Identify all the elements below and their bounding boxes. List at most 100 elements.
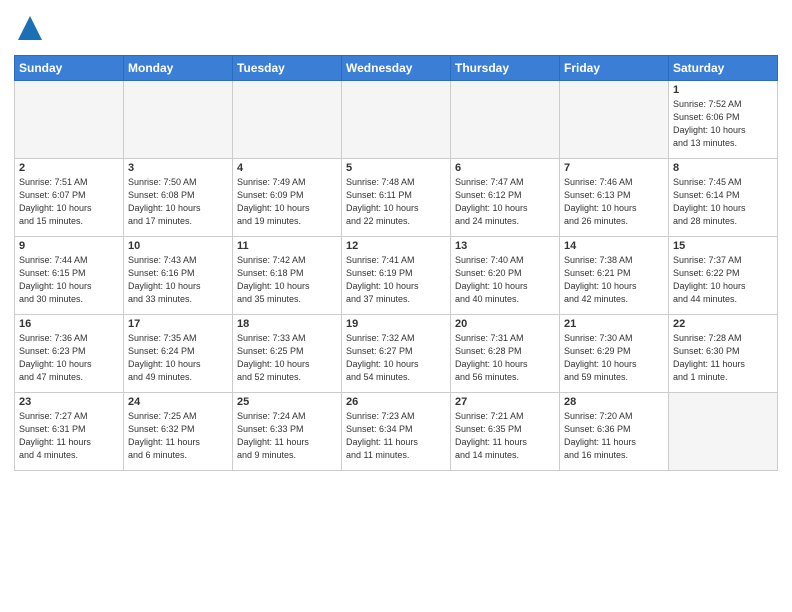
calendar-cell: 2Sunrise: 7:51 AM Sunset: 6:07 PM Daylig… bbox=[15, 158, 124, 236]
calendar-cell bbox=[669, 392, 778, 470]
day-number: 23 bbox=[19, 396, 119, 408]
calendar-cell: 9 Sunrise: 7:44 AM Sunset: 6:15 PM Daylig… bbox=[15, 236, 124, 314]
calendar-cell: 3Sunrise: 7:50 AM Sunset: 6:08 PM Daylig… bbox=[124, 158, 233, 236]
weekday-header-sunday: Sunday bbox=[15, 55, 124, 80]
day-info: Sunrise: 7:28 AM Sunset: 6:30 PM Dayligh… bbox=[673, 332, 773, 384]
calendar-cell: 24 Sunrise: 7:25 AM Sunset: 6:32 PM Dayli… bbox=[124, 392, 233, 470]
calendar-cell bbox=[451, 80, 560, 158]
day-info: Sunrise: 7:37 AM Sunset: 6:22 PM Dayligh… bbox=[673, 254, 773, 306]
calendar-cell: 17 Sunrise: 7:35 AM Sunset: 6:24 PM Dayli… bbox=[124, 314, 233, 392]
calendar-cell: 26 Sunrise: 7:23 AM Sunset: 6:34 PM Dayli… bbox=[342, 392, 451, 470]
day-info: Sunrise: 7:49 AM Sunset: 6:09 PM Dayligh… bbox=[237, 176, 337, 228]
day-info: Sunrise: 7:23 AM Sunset: 6:34 PM Dayligh… bbox=[346, 410, 446, 462]
day-info: Sunrise: 7:33 AM Sunset: 6:25 PM Dayligh… bbox=[237, 332, 337, 384]
day-info: Sunrise: 7:36 AM Sunset: 6:23 PM Dayligh… bbox=[19, 332, 119, 384]
calendar-cell bbox=[560, 80, 669, 158]
weekday-header-monday: Monday bbox=[124, 55, 233, 80]
calendar-cell: 16 Sunrise: 7:36 AM Sunset: 6:23 PM Dayli… bbox=[15, 314, 124, 392]
day-number: 17 bbox=[128, 318, 228, 330]
week-row-2: 9 Sunrise: 7:44 AM Sunset: 6:15 PM Daylig… bbox=[15, 236, 778, 314]
calendar-cell: 12 Sunrise: 7:41 AM Sunset: 6:19 PM Dayli… bbox=[342, 236, 451, 314]
calendar-cell: 5Sunrise: 7:48 AM Sunset: 6:11 PM Daylig… bbox=[342, 158, 451, 236]
calendar-cell: 25Sunrise: 7:24 AM Sunset: 6:33 PM Dayli… bbox=[233, 392, 342, 470]
day-number: 21 bbox=[564, 318, 664, 330]
weekday-header-wednesday: Wednesday bbox=[342, 55, 451, 80]
day-info: Sunrise: 7:48 AM Sunset: 6:11 PM Dayligh… bbox=[346, 176, 446, 228]
week-row-1: 2Sunrise: 7:51 AM Sunset: 6:07 PM Daylig… bbox=[15, 158, 778, 236]
calendar-cell bbox=[233, 80, 342, 158]
day-number: 19 bbox=[346, 318, 446, 330]
logo bbox=[14, 14, 44, 47]
calendar-cell: 8 Sunrise: 7:45 AM Sunset: 6:14 PM Daylig… bbox=[669, 158, 778, 236]
logo-icon bbox=[16, 14, 44, 42]
header bbox=[14, 10, 778, 47]
day-info: Sunrise: 7:44 AM Sunset: 6:15 PM Dayligh… bbox=[19, 254, 119, 306]
day-number: 18 bbox=[237, 318, 337, 330]
day-info: Sunrise: 7:32 AM Sunset: 6:27 PM Dayligh… bbox=[346, 332, 446, 384]
day-number: 1 bbox=[673, 84, 773, 96]
day-info: Sunrise: 7:46 AM Sunset: 6:13 PM Dayligh… bbox=[564, 176, 664, 228]
day-number: 16 bbox=[19, 318, 119, 330]
calendar-cell: 11 Sunrise: 7:42 AM Sunset: 6:18 PM Dayli… bbox=[233, 236, 342, 314]
day-number: 28 bbox=[564, 396, 664, 408]
day-info: Sunrise: 7:41 AM Sunset: 6:19 PM Dayligh… bbox=[346, 254, 446, 306]
week-row-3: 16 Sunrise: 7:36 AM Sunset: 6:23 PM Dayli… bbox=[15, 314, 778, 392]
day-number: 8 bbox=[673, 162, 773, 174]
calendar-cell: 19 Sunrise: 7:32 AM Sunset: 6:27 PM Dayli… bbox=[342, 314, 451, 392]
day-number: 12 bbox=[346, 240, 446, 252]
day-info: Sunrise: 7:51 AM Sunset: 6:07 PM Dayligh… bbox=[19, 176, 119, 228]
calendar-cell bbox=[124, 80, 233, 158]
day-number: 11 bbox=[237, 240, 337, 252]
calendar-cell: 7 Sunrise: 7:46 AM Sunset: 6:13 PM Daylig… bbox=[560, 158, 669, 236]
day-info: Sunrise: 7:38 AM Sunset: 6:21 PM Dayligh… bbox=[564, 254, 664, 306]
calendar-cell bbox=[15, 80, 124, 158]
calendar-table: SundayMondayTuesdayWednesdayThursdayFrid… bbox=[14, 55, 778, 471]
weekday-header-thursday: Thursday bbox=[451, 55, 560, 80]
day-number: 4 bbox=[237, 162, 337, 174]
day-info: Sunrise: 7:52 AM Sunset: 6:06 PM Dayligh… bbox=[673, 98, 773, 150]
day-number: 15 bbox=[673, 240, 773, 252]
page: SundayMondayTuesdayWednesdayThursdayFrid… bbox=[0, 0, 792, 612]
day-info: Sunrise: 7:35 AM Sunset: 6:24 PM Dayligh… bbox=[128, 332, 228, 384]
calendar-cell: 23 Sunrise: 7:27 AM Sunset: 6:31 PM Dayli… bbox=[15, 392, 124, 470]
day-number: 6 bbox=[455, 162, 555, 174]
calendar-cell: 4 Sunrise: 7:49 AM Sunset: 6:09 PM Daylig… bbox=[233, 158, 342, 236]
day-number: 7 bbox=[564, 162, 664, 174]
day-number: 22 bbox=[673, 318, 773, 330]
day-number: 20 bbox=[455, 318, 555, 330]
day-info: Sunrise: 7:42 AM Sunset: 6:18 PM Dayligh… bbox=[237, 254, 337, 306]
day-info: Sunrise: 7:30 AM Sunset: 6:29 PM Dayligh… bbox=[564, 332, 664, 384]
calendar-cell: 14 Sunrise: 7:38 AM Sunset: 6:21 PM Dayli… bbox=[560, 236, 669, 314]
calendar-cell: 22 Sunrise: 7:28 AM Sunset: 6:30 PM Dayli… bbox=[669, 314, 778, 392]
calendar-cell: 6 Sunrise: 7:47 AM Sunset: 6:12 PM Daylig… bbox=[451, 158, 560, 236]
day-info: Sunrise: 7:43 AM Sunset: 6:16 PM Dayligh… bbox=[128, 254, 228, 306]
weekday-header-row: SundayMondayTuesdayWednesdayThursdayFrid… bbox=[15, 55, 778, 80]
week-row-0: 1 Sunrise: 7:52 AM Sunset: 6:06 PM Daylig… bbox=[15, 80, 778, 158]
day-number: 10 bbox=[128, 240, 228, 252]
day-info: Sunrise: 7:27 AM Sunset: 6:31 PM Dayligh… bbox=[19, 410, 119, 462]
day-number: 13 bbox=[455, 240, 555, 252]
day-number: 9 bbox=[19, 240, 119, 252]
day-number: 3 bbox=[128, 162, 228, 174]
calendar-cell: 27Sunrise: 7:21 AM Sunset: 6:35 PM Dayli… bbox=[451, 392, 560, 470]
weekday-header-tuesday: Tuesday bbox=[233, 55, 342, 80]
day-info: Sunrise: 7:45 AM Sunset: 6:14 PM Dayligh… bbox=[673, 176, 773, 228]
day-info: Sunrise: 7:21 AM Sunset: 6:35 PM Dayligh… bbox=[455, 410, 555, 462]
calendar-cell: 15 Sunrise: 7:37 AM Sunset: 6:22 PM Dayli… bbox=[669, 236, 778, 314]
weekday-header-saturday: Saturday bbox=[669, 55, 778, 80]
day-number: 24 bbox=[128, 396, 228, 408]
calendar-cell: 13Sunrise: 7:40 AM Sunset: 6:20 PM Dayli… bbox=[451, 236, 560, 314]
calendar-cell: 21 Sunrise: 7:30 AM Sunset: 6:29 PM Dayli… bbox=[560, 314, 669, 392]
calendar-cell: 1 Sunrise: 7:52 AM Sunset: 6:06 PM Daylig… bbox=[669, 80, 778, 158]
calendar-cell: 18 Sunrise: 7:33 AM Sunset: 6:25 PM Dayli… bbox=[233, 314, 342, 392]
day-info: Sunrise: 7:31 AM Sunset: 6:28 PM Dayligh… bbox=[455, 332, 555, 384]
day-number: 25 bbox=[237, 396, 337, 408]
calendar-cell bbox=[342, 80, 451, 158]
day-info: Sunrise: 7:25 AM Sunset: 6:32 PM Dayligh… bbox=[128, 410, 228, 462]
calendar-cell: 10 Sunrise: 7:43 AM Sunset: 6:16 PM Dayli… bbox=[124, 236, 233, 314]
weekday-header-friday: Friday bbox=[560, 55, 669, 80]
day-info: Sunrise: 7:47 AM Sunset: 6:12 PM Dayligh… bbox=[455, 176, 555, 228]
day-number: 14 bbox=[564, 240, 664, 252]
calendar-cell: 20 Sunrise: 7:31 AM Sunset: 6:28 PM Dayli… bbox=[451, 314, 560, 392]
day-number: 26 bbox=[346, 396, 446, 408]
